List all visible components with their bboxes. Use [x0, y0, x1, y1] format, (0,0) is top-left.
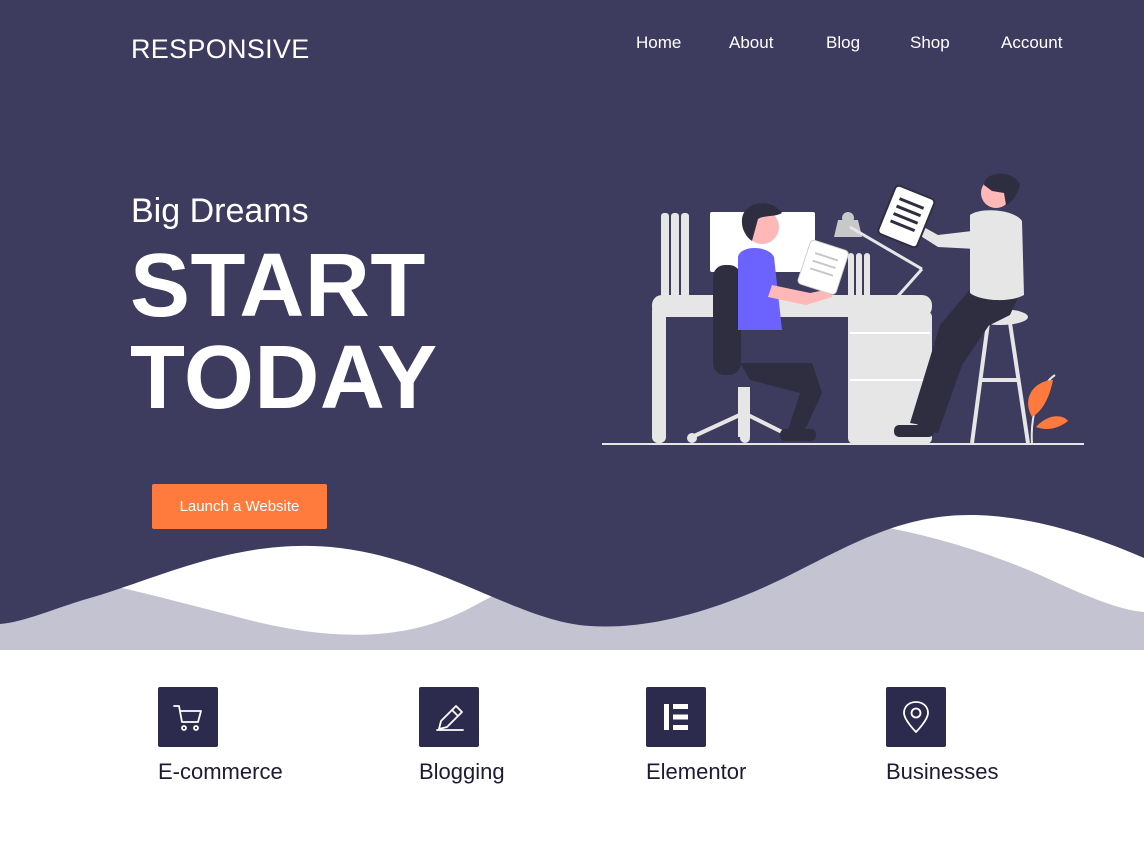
- hero-tagline: Big Dreams: [131, 192, 309, 230]
- nav-blog[interactable]: Blog: [826, 33, 860, 53]
- feature-label: Blogging: [419, 759, 505, 784]
- hero-section: RESPONSIVE Home About Blog Shop Account …: [0, 0, 1144, 650]
- feature-businesses[interactable]: Businesses: [886, 687, 1066, 785]
- feature-label: E-commerce: [158, 759, 283, 784]
- nav-account[interactable]: Account: [1001, 33, 1062, 53]
- feature-label: Elementor: [646, 759, 747, 784]
- features-section: E-commerce Blogging Elementor Businesses: [0, 680, 1144, 800]
- feature-blogging[interactable]: Blogging: [419, 687, 599, 785]
- elementor-icon: [646, 687, 706, 747]
- feature-ecommerce[interactable]: E-commerce: [158, 687, 338, 785]
- feature-elementor[interactable]: Elementor: [646, 687, 826, 785]
- nav-about[interactable]: About: [729, 33, 773, 53]
- nav-shop[interactable]: Shop: [910, 33, 950, 53]
- feature-label: Businesses: [886, 759, 999, 784]
- main-nav: Home About Blog Shop Account: [0, 33, 1144, 57]
- headline-line-1: START: [130, 236, 426, 336]
- headline-line-2: TODAY: [130, 328, 438, 428]
- hero-headline: START TODAY: [130, 240, 438, 424]
- launch-website-button[interactable]: Launch a Website: [152, 484, 327, 529]
- office-illustration: [602, 173, 1084, 445]
- shopping-cart-icon: [158, 687, 218, 747]
- map-pin-icon: [886, 687, 946, 747]
- pencil-icon: [419, 687, 479, 747]
- nav-home[interactable]: Home: [636, 33, 681, 53]
